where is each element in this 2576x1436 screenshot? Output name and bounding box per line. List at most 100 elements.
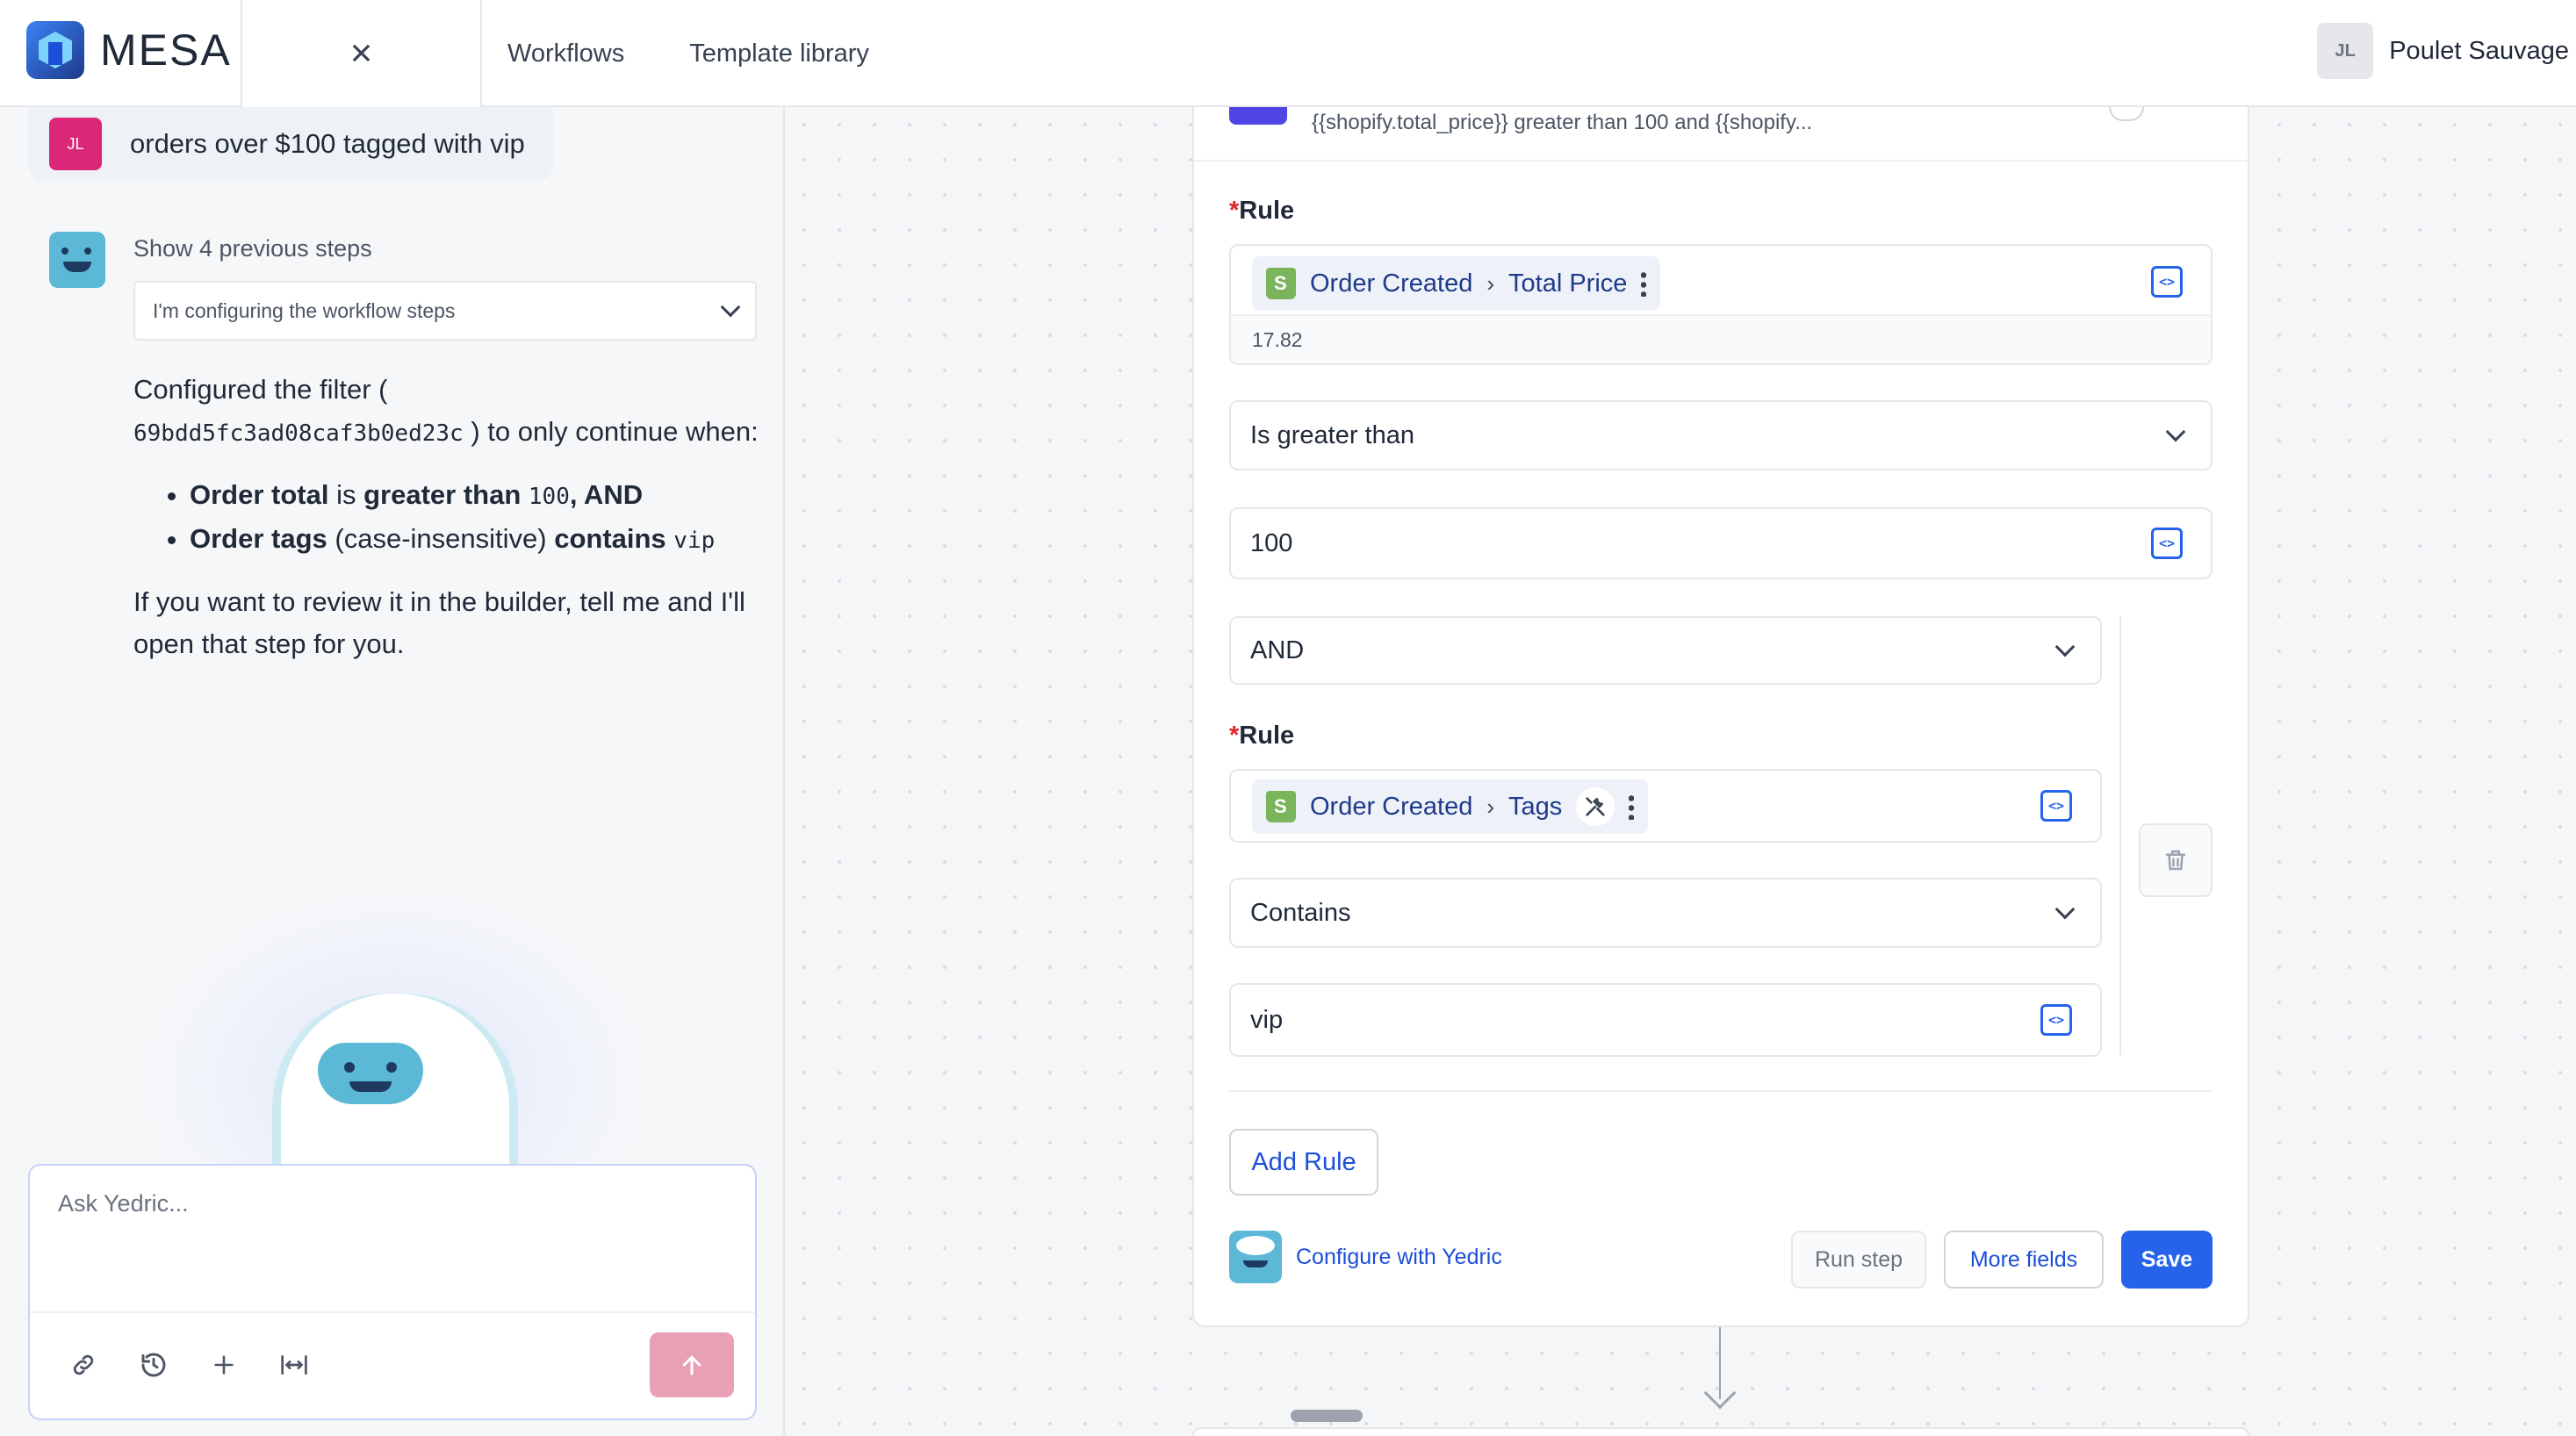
code-icon[interactable]: <> bbox=[2040, 790, 2072, 822]
rule-label-text: Rule bbox=[1239, 197, 1295, 225]
user-avatar: JL bbox=[2317, 23, 2374, 79]
more-fields-button[interactable]: More fields bbox=[1944, 1231, 2104, 1289]
bullet1-join: , AND bbox=[569, 479, 644, 510]
rule-1-value: 100 bbox=[1250, 528, 1293, 557]
rule-2-value-input[interactable]: vip bbox=[1229, 983, 2102, 1057]
rule-label-text: Rule bbox=[1239, 722, 1295, 750]
divider bbox=[1229, 1090, 2213, 1092]
rule-2-source: Order Created bbox=[1310, 792, 1473, 821]
show-previous-steps-link[interactable]: Show 4 previous steps bbox=[133, 235, 372, 262]
logo-text: MESA bbox=[100, 25, 232, 75]
rule-2-variable-pill[interactable]: Order Created › Tags bbox=[1252, 779, 1649, 834]
kebab-icon[interactable] bbox=[1641, 270, 1647, 297]
chevron-down-icon bbox=[2165, 421, 2186, 442]
yedric-chat-panel: JL orders over $100 tagged with vip Show… bbox=[0, 107, 785, 1436]
delete-rule-button[interactable] bbox=[2139, 823, 2213, 897]
close-icon: × bbox=[349, 32, 373, 75]
code-icon[interactable]: <> bbox=[2040, 1004, 2072, 1036]
agent-status-dropdown[interactable]: I'm configuring the workflow steps bbox=[133, 281, 757, 341]
join-operator: AND bbox=[1250, 635, 1305, 664]
mesa-logo[interactable]: MESA bbox=[26, 21, 232, 79]
list-item: Order tags (case-insensitive) contains v… bbox=[190, 518, 762, 562]
shopify-icon bbox=[1266, 791, 1296, 822]
required-marker: * bbox=[1229, 722, 1240, 750]
rule-2-operator-select[interactable]: Contains bbox=[1229, 878, 2102, 948]
rule-1-label: *Rule bbox=[1229, 197, 1294, 226]
send-arrow-icon bbox=[682, 1355, 702, 1375]
chevron-down-icon bbox=[720, 297, 741, 318]
main-nav: Workflows Template library bbox=[507, 0, 869, 107]
expand-width-icon[interactable] bbox=[279, 1350, 309, 1380]
rule-1-operator: Is greater than bbox=[1250, 420, 1414, 449]
plus-icon[interactable] bbox=[209, 1350, 239, 1380]
bullet2-operator: contains bbox=[554, 523, 666, 554]
user-menu[interactable]: JL Poulet Sauvage bbox=[2317, 23, 2569, 79]
required-marker: * bbox=[1229, 197, 1240, 225]
chevron-right-icon: › bbox=[1486, 269, 1495, 297]
composer-toolbar bbox=[68, 1350, 309, 1380]
yedric-icon bbox=[1229, 1231, 1282, 1283]
user-message-text: orders over $100 tagged with vip bbox=[130, 128, 525, 159]
intro-text-1: Configured the filter ( bbox=[133, 374, 388, 405]
send-button[interactable] bbox=[650, 1332, 734, 1397]
filter-step-icon bbox=[1229, 107, 1287, 125]
filter-id-code: 69bdd5fc3ad08caf3b0ed23c bbox=[133, 420, 464, 447]
mascot-face bbox=[318, 1043, 423, 1104]
history-icon[interactable] bbox=[139, 1350, 169, 1380]
shopify-icon bbox=[1266, 268, 1296, 299]
step-description: {{shopify.total_price}} greater than 100… bbox=[1312, 111, 1813, 134]
chevron-down-icon bbox=[2054, 899, 2076, 920]
rule-1-variable-pill[interactable]: Order Created › Total Price bbox=[1252, 256, 1661, 311]
user-message: JL orders over $100 tagged with vip bbox=[28, 107, 553, 181]
assistant-message-intro: Configured the filter ( 69bdd5fc3ad08caf… bbox=[133, 369, 762, 455]
kebab-icon[interactable] bbox=[1629, 793, 1635, 820]
rule-1-value-input[interactable]: 100 bbox=[1229, 507, 2213, 579]
bullet2-value-code: vip bbox=[673, 528, 716, 554]
scroll-handle[interactable] bbox=[1291, 1410, 1363, 1422]
step-status-icon bbox=[2109, 107, 2144, 121]
user-name: Poulet Sauvage bbox=[2389, 36, 2569, 65]
list-item: Order total is greater than 100, AND bbox=[190, 474, 762, 518]
assistant-message-outro: If you want to review it in the builder,… bbox=[133, 586, 745, 659]
join-operator-select[interactable]: AND bbox=[1229, 616, 2102, 685]
bullet1-text: is bbox=[328, 479, 364, 510]
rule-2-field: Tags bbox=[1508, 792, 1563, 821]
configure-with-yedric-link[interactable]: Configure with Yedric bbox=[1296, 1245, 1502, 1270]
composer-divider bbox=[30, 1311, 755, 1313]
trash-icon bbox=[2165, 850, 2186, 871]
rule-1-source: Order Created bbox=[1310, 269, 1473, 298]
nav-template-library[interactable]: Template library bbox=[689, 39, 869, 68]
bullet2-text: (case-insensitive) bbox=[327, 523, 555, 554]
code-icon[interactable]: <> bbox=[2151, 528, 2183, 559]
rule-1-field: Total Price bbox=[1508, 269, 1628, 298]
rule-group-divider bbox=[2119, 616, 2121, 1055]
rule-1-operator-select[interactable]: Is greater than bbox=[1229, 400, 2213, 470]
run-step-button[interactable]: Run step bbox=[1791, 1231, 1926, 1289]
top-bar: MESA × Workflows Template library JL Pou… bbox=[0, 0, 2576, 107]
add-rule-button[interactable]: Add Rule bbox=[1229, 1129, 1378, 1195]
agent-status-text: I'm configuring the workflow steps bbox=[153, 298, 456, 322]
assistant-message: Configured the filter ( 69bdd5fc3ad08caf… bbox=[133, 369, 762, 665]
rule-2-value: vip bbox=[1250, 1005, 1284, 1034]
chevron-down-icon bbox=[2054, 636, 2076, 657]
step-card-header[interactable]: {{shopify.total_price}} greater than 100… bbox=[1194, 107, 2248, 162]
bullet1-value-code: 100 bbox=[528, 484, 570, 510]
bullet2-field: Order tags bbox=[190, 523, 327, 554]
bullet1-operator: greater than bbox=[363, 479, 522, 510]
save-button[interactable]: Save bbox=[2121, 1231, 2213, 1289]
link-icon[interactable] bbox=[68, 1350, 98, 1380]
bullet1-field: Order total bbox=[190, 479, 329, 510]
close-chat-button[interactable]: × bbox=[241, 0, 482, 107]
conditions-list: Order total is greater than 100, AND Ord… bbox=[190, 474, 762, 562]
rule-1-sample-value: 17.82 bbox=[1252, 328, 1303, 351]
rule-2-label: *Rule bbox=[1229, 722, 1294, 750]
next-step-card[interactable] bbox=[1192, 1427, 2249, 1436]
wrench-icon[interactable] bbox=[1576, 787, 1615, 826]
code-icon[interactable]: <> bbox=[2151, 266, 2183, 298]
yedric-avatar-icon bbox=[49, 232, 105, 288]
chat-input[interactable] bbox=[58, 1190, 725, 1217]
chat-composer bbox=[28, 1164, 757, 1420]
sample-value-bar bbox=[1231, 314, 2211, 363]
nav-workflows[interactable]: Workflows bbox=[507, 39, 624, 68]
user-message-avatar: JL bbox=[49, 118, 102, 170]
